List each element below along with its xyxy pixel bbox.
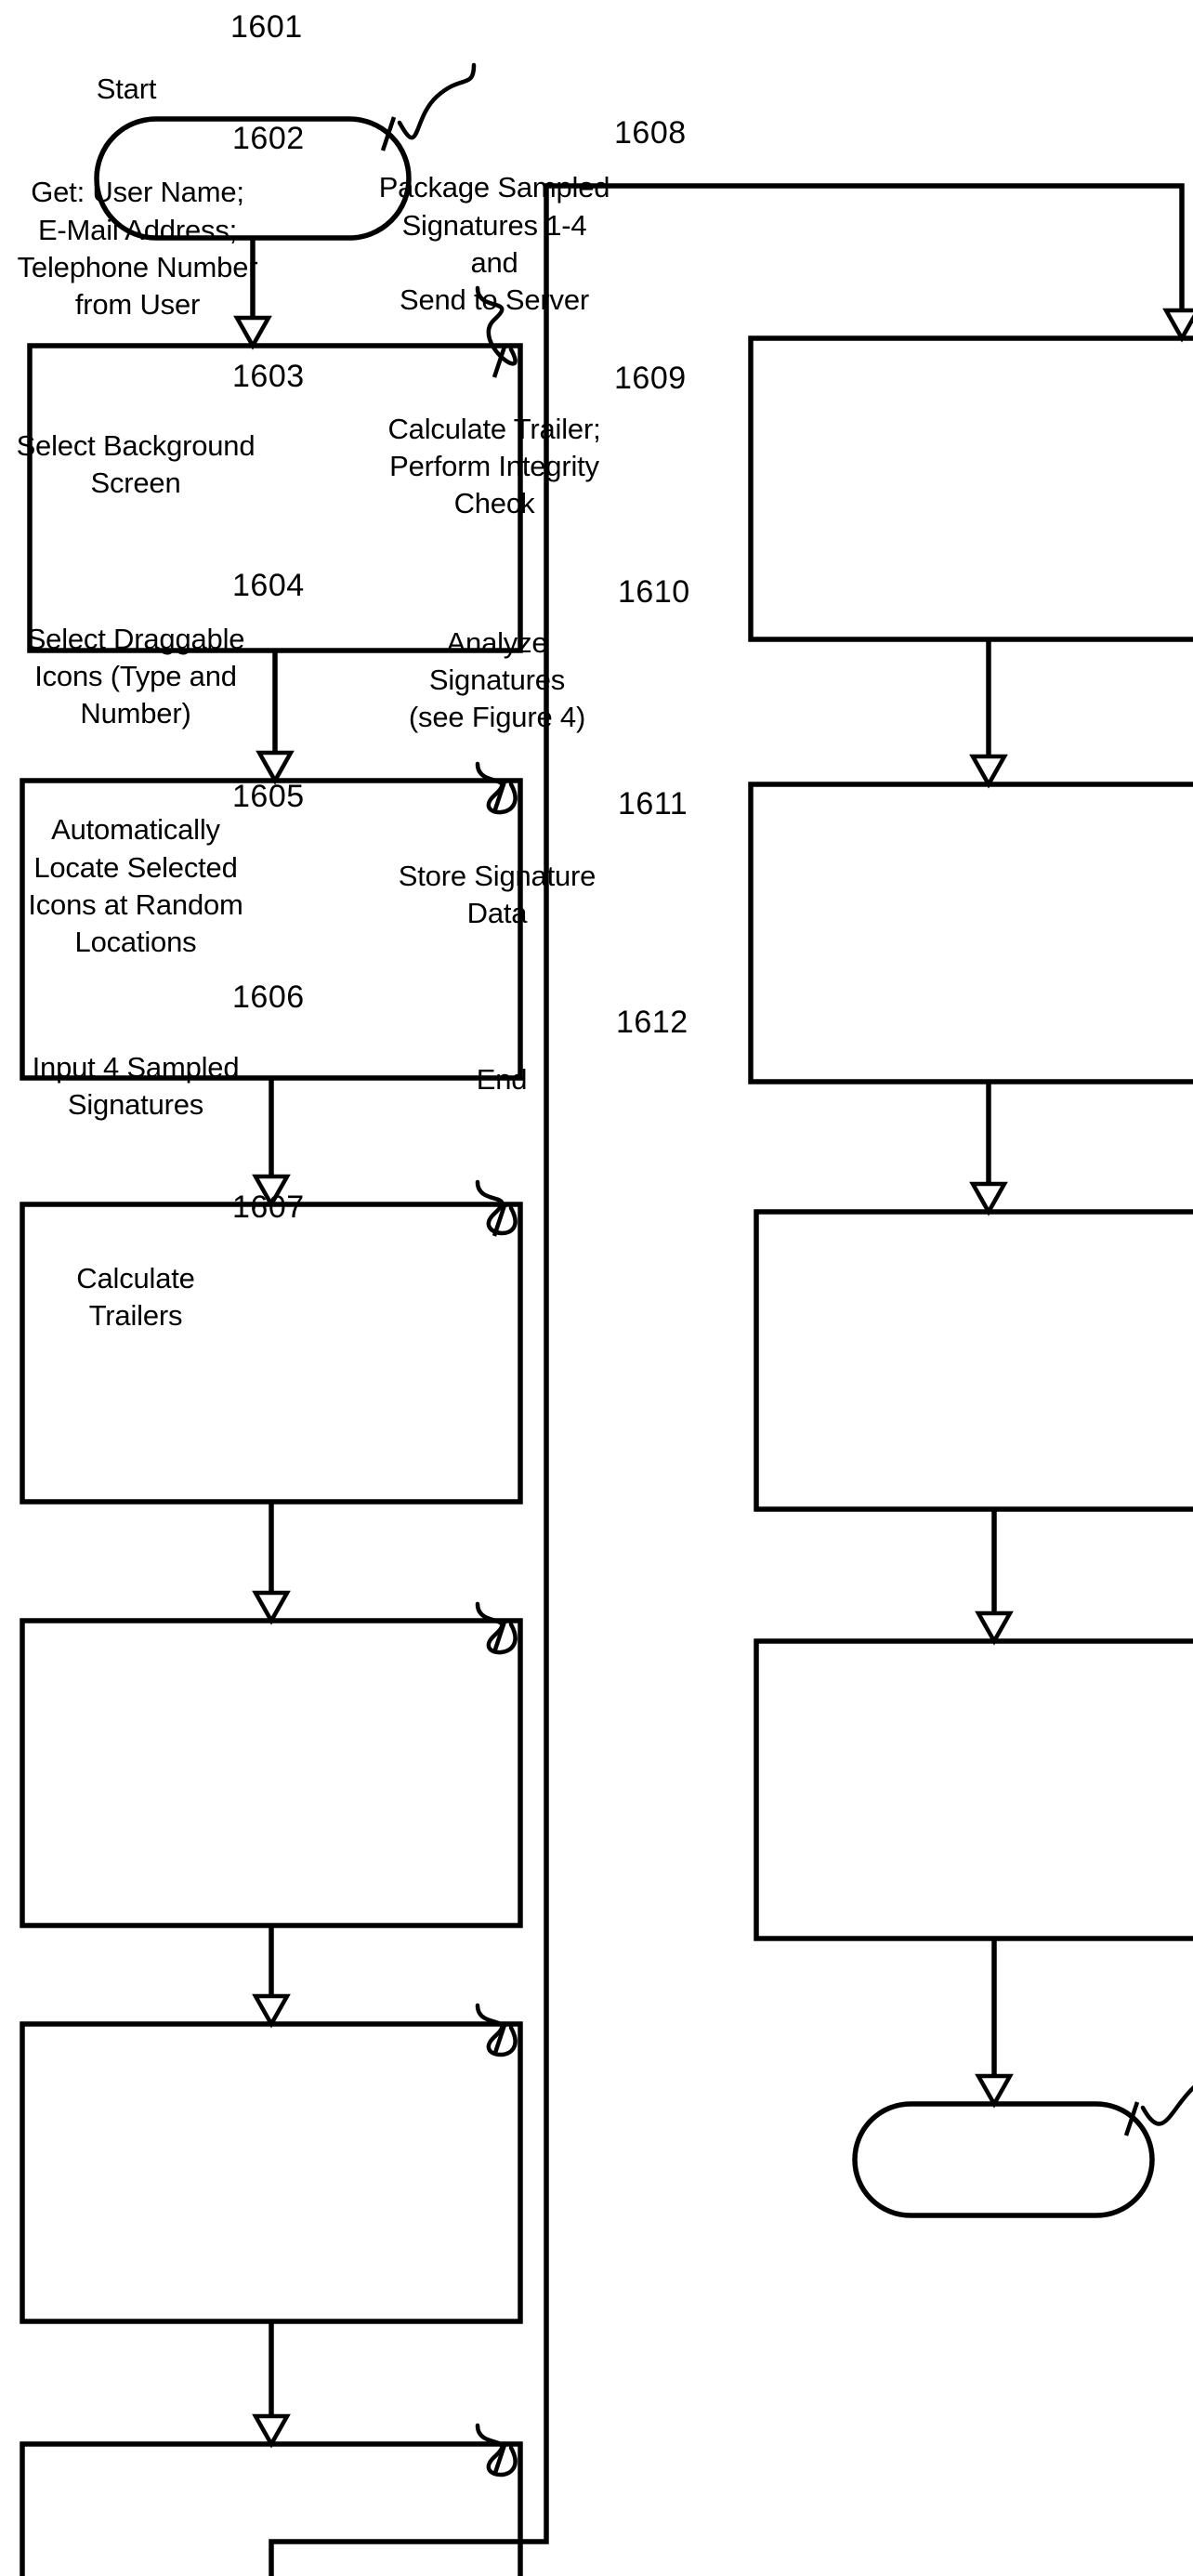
arrowhead [969,754,1008,789]
ref-number-1607: 1607 [232,1189,305,1225]
leader-line-1612 [1140,2084,1193,2126]
node-1604-shape [20,1202,523,1505]
arrowhead [1162,308,1193,343]
ref-number-1611: 1611 [618,786,688,821]
connector-c1604-1605 [252,1502,291,1625]
connector-c1602-1603 [256,651,295,785]
ref-number-1609: 1609 [614,361,687,396]
connector-c1610-1611 [975,1509,1014,1646]
arrowhead [975,2073,1014,2109]
node-1610-shape [754,1209,1193,1512]
ref-number-1604: 1604 [232,568,305,603]
connector-c1603-1604 [252,1078,291,1209]
figure-canvas: Start 1601 Get: User Name; E-Mail Addres… [0,0,1193,2576]
arrowhead [256,750,295,785]
node-1611-shape [754,1638,1193,1941]
arrowhead [252,1590,291,1625]
node-1612-shape [852,2101,1155,2218]
ref-number-1602: 1602 [232,121,305,156]
flowchart-graphics [20,62,1193,2576]
node-1603-shape [20,778,523,1081]
connector-c1606-1607 [252,2321,291,2449]
arrowhead [975,1610,1014,1646]
connector-c1601-1602 [233,238,272,350]
arrowhead [233,315,272,350]
ref-number-1612: 1612 [616,1005,688,1040]
connector-c1609-1610 [969,1082,1008,1216]
node-1605-shape [20,1618,523,1928]
arrowhead [252,1993,291,2029]
connector-c1605-1606 [252,1925,291,2029]
connector-c1608-1609 [969,639,1008,789]
ref-number-1603: 1603 [232,359,305,394]
ref-number-1608: 1608 [614,115,687,151]
connector-c1611-1612 [975,1939,1014,2109]
ref-number-1605: 1605 [232,779,305,814]
ref-number-1610: 1610 [618,574,690,610]
node-1606-shape [20,2021,523,2324]
leader-line-1601 [397,62,477,140]
node-1609-shape [748,782,1193,1084]
node-shapes [20,116,1193,2576]
node-1608-shape [748,335,1193,642]
arrowhead [252,2413,291,2449]
ref-number-1601: 1601 [230,9,303,45]
ref-number-1606: 1606 [232,979,305,1015]
arrowhead [969,1181,1008,1216]
